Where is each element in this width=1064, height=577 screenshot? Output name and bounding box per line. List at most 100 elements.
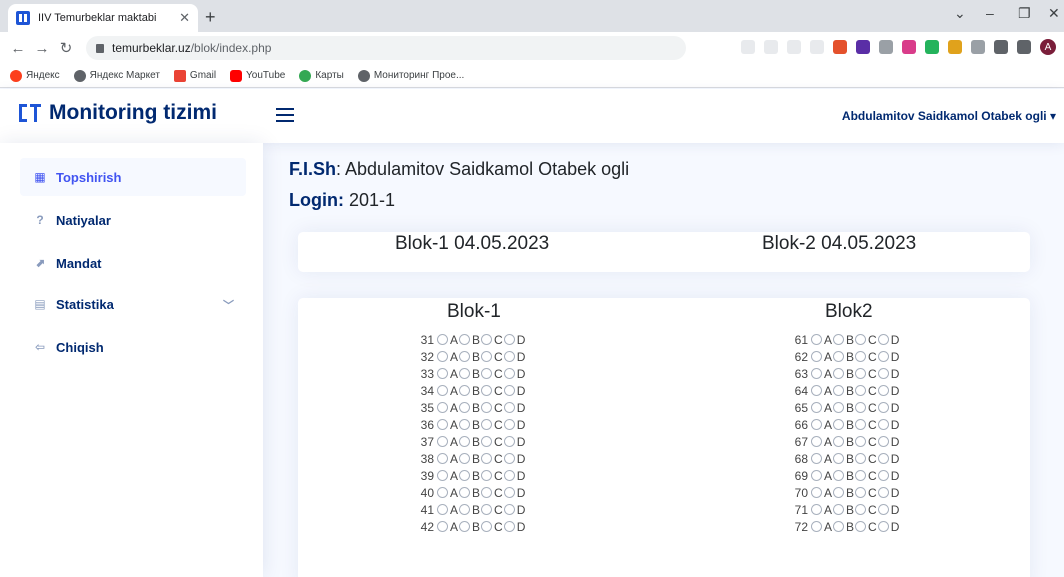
answer-option-d[interactable]: D (877, 384, 899, 398)
radio-button[interactable] (459, 334, 471, 345)
answer-option-a[interactable]: A (811, 367, 832, 381)
radio-button[interactable] (877, 487, 889, 498)
answer-option-a[interactable]: A (437, 469, 458, 483)
extension-icon[interactable] (971, 40, 985, 54)
radio-button[interactable] (877, 368, 889, 379)
answer-option-b[interactable]: B (833, 452, 854, 466)
answer-option-c[interactable]: C (481, 384, 503, 398)
answer-option-a[interactable]: A (437, 520, 458, 534)
answer-option-b[interactable]: B (459, 367, 480, 381)
answer-option-c[interactable]: C (481, 469, 503, 483)
answer-option-d[interactable]: D (503, 418, 525, 432)
answer-option-d[interactable]: D (877, 350, 899, 364)
radio-button[interactable] (437, 470, 448, 481)
radio-button[interactable] (459, 470, 471, 481)
answer-option-c[interactable]: C (855, 333, 877, 347)
side-panel-icon[interactable] (1017, 40, 1031, 54)
answer-option-b[interactable]: B (459, 435, 480, 449)
radio-button[interactable] (833, 487, 845, 498)
radio-button[interactable] (503, 334, 515, 345)
answer-option-d[interactable]: D (503, 333, 525, 347)
answer-option-a[interactable]: A (811, 469, 832, 483)
answer-option-a[interactable]: A (811, 384, 832, 398)
radio-button[interactable] (503, 436, 515, 447)
browser-tab[interactable]: IIV Temurbeklar maktabi ✕ (8, 4, 198, 32)
radio-button[interactable] (481, 368, 493, 379)
answer-option-d[interactable]: D (503, 469, 525, 483)
radio-button[interactable] (811, 351, 822, 362)
answer-option-b[interactable]: B (459, 401, 480, 415)
answer-option-c[interactable]: C (855, 401, 877, 415)
answer-option-c[interactable]: C (855, 452, 877, 466)
answer-option-b[interactable]: B (459, 486, 480, 500)
extensions-puzzle-icon[interactable] (994, 40, 1008, 54)
answer-option-a[interactable]: A (811, 452, 832, 466)
answer-option-d[interactable]: D (503, 350, 525, 364)
answer-option-a[interactable]: A (811, 418, 832, 432)
answer-option-b[interactable]: B (833, 418, 854, 432)
answer-option-c[interactable]: C (481, 503, 503, 517)
sidebar-item-topshirish[interactable]: ▦ Topshirish (20, 158, 246, 196)
brand-logo-link[interactable]: Monitoring tizimi (19, 101, 217, 125)
radio-button[interactable] (877, 419, 889, 430)
radio-button[interactable] (855, 453, 867, 464)
radio-button[interactable] (855, 487, 867, 498)
answer-option-a[interactable]: A (811, 503, 832, 517)
radio-button[interactable] (481, 470, 493, 481)
answer-option-a[interactable]: A (811, 520, 832, 534)
extension-icon[interactable] (948, 40, 962, 54)
block-1-link[interactable]: Blok-1 04.05.2023 (395, 233, 549, 255)
radio-button[interactable] (877, 402, 889, 413)
answer-option-c[interactable]: C (481, 401, 503, 415)
radio-button[interactable] (855, 419, 867, 430)
radio-button[interactable] (855, 470, 867, 481)
radio-button[interactable] (855, 521, 867, 532)
answer-option-a[interactable]: A (437, 435, 458, 449)
answer-option-c[interactable]: C (481, 350, 503, 364)
radio-button[interactable] (855, 334, 867, 345)
reload-icon[interactable]: ↻ (56, 39, 76, 57)
radio-button[interactable] (481, 453, 493, 464)
block-2-link[interactable]: Blok-2 04.05.2023 (762, 233, 916, 255)
answer-option-b[interactable]: B (833, 401, 854, 415)
answer-option-a[interactable]: A (811, 435, 832, 449)
answer-option-b[interactable]: B (833, 520, 854, 534)
radio-button[interactable] (481, 521, 493, 532)
extension-icon[interactable] (833, 40, 847, 54)
extension-icon[interactable] (856, 40, 870, 54)
radio-button[interactable] (877, 504, 889, 515)
answer-option-d[interactable]: D (877, 367, 899, 381)
radio-button[interactable] (503, 453, 515, 464)
radio-button[interactable] (833, 385, 845, 396)
radio-button[interactable] (481, 487, 493, 498)
radio-button[interactable] (877, 521, 889, 532)
star-icon[interactable] (810, 40, 824, 54)
radio-button[interactable] (503, 351, 515, 362)
radio-button[interactable] (503, 402, 515, 413)
answer-option-d[interactable]: D (503, 452, 525, 466)
menu-toggle-icon[interactable] (276, 108, 294, 122)
radio-button[interactable] (459, 402, 471, 413)
answer-option-c[interactable]: C (855, 350, 877, 364)
extension-icon[interactable] (902, 40, 916, 54)
answer-option-a[interactable]: A (437, 367, 458, 381)
answer-option-d[interactable]: D (503, 503, 525, 517)
answer-option-b[interactable]: B (833, 469, 854, 483)
radio-button[interactable] (877, 351, 889, 362)
radio-button[interactable] (481, 334, 493, 345)
answer-option-b[interactable]: B (459, 469, 480, 483)
radio-button[interactable] (481, 385, 493, 396)
answer-option-d[interactable]: D (503, 520, 525, 534)
radio-button[interactable] (503, 504, 515, 515)
restore-icon[interactable]: ❐ (1018, 5, 1031, 22)
radio-button[interactable] (877, 385, 889, 396)
radio-button[interactable] (437, 334, 448, 345)
radio-button[interactable] (811, 368, 822, 379)
bookmark-item[interactable]: Gmail (173, 69, 216, 82)
radio-button[interactable] (503, 470, 515, 481)
answer-option-b[interactable]: B (459, 333, 480, 347)
answer-option-b[interactable]: B (833, 486, 854, 500)
radio-button[interactable] (503, 368, 515, 379)
radio-button[interactable] (811, 521, 822, 532)
answer-option-b[interactable]: B (459, 452, 480, 466)
